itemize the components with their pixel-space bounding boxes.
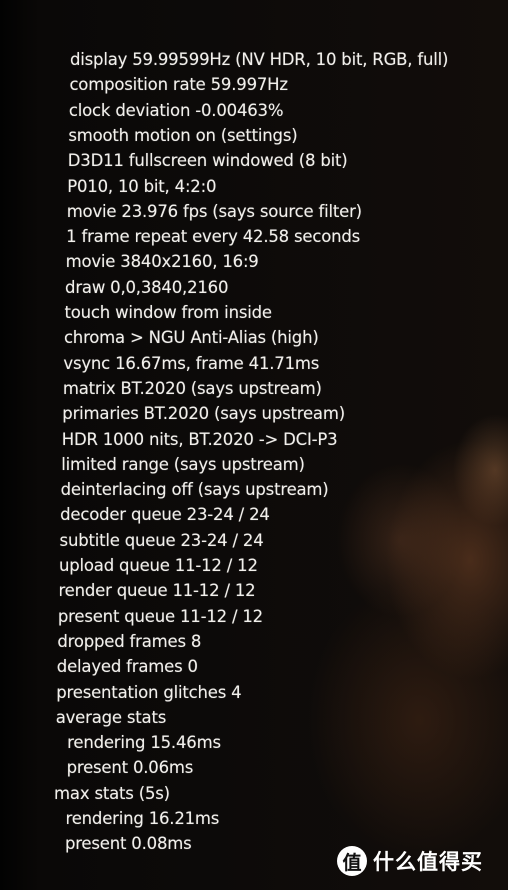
- osd-line: limited range (says upstream): [61, 454, 305, 474]
- osd-line: clock deviation -0.00463%: [68, 100, 284, 120]
- osd-line: present 0.06ms: [66, 758, 194, 778]
- osd-line: delayed frames 0: [56, 657, 198, 677]
- osd-line: subtitle queue 23-24 / 24: [59, 530, 264, 550]
- osd-line: dropped frames 8: [57, 631, 202, 651]
- osd-line: smooth motion on (settings): [68, 125, 298, 145]
- osd-line: P010, 10 bit, 4:2:0: [67, 176, 217, 196]
- osd-line: chroma > NGU Anti-Alias (high): [63, 328, 319, 348]
- osd-line: 1 frame repeat every 42.58 seconds: [66, 227, 361, 247]
- osd-line: draw 0,0,3840,2160: [65, 277, 229, 297]
- osd-line: rendering 16.21ms: [65, 809, 220, 828]
- osd-line: matrix BT.2020 (says upstream): [62, 378, 322, 398]
- osd-line: HDR 1000 nits, BT.2020 -> DCI-P3: [61, 429, 338, 449]
- watermark-text: 什么值得买: [373, 850, 483, 874]
- osd-line: display 59.99599Hz (NV HDR, 10 bit, RGB,…: [70, 50, 449, 69]
- osd-line: max stats (5s): [54, 783, 170, 803]
- osd-line: primaries BT.2020 (says upstream): [62, 404, 345, 424]
- watermark: 值 什么值得买: [337, 846, 483, 876]
- osd-line: present queue 11-12 / 12: [57, 606, 263, 626]
- osd-line: decoder queue 23-24 / 24: [60, 505, 270, 525]
- osd-line: present 0.08ms: [64, 834, 192, 854]
- osd-line: rendering 15.46ms: [67, 733, 221, 753]
- osd-line: upload queue 11-12 / 12: [59, 556, 258, 575]
- osd-line: presentation glitches 4: [56, 682, 242, 702]
- osd-line: average stats: [55, 707, 167, 727]
- osd-line: composition rate 59.997Hz: [69, 75, 288, 95]
- osd-line: vsync 16.67ms, frame 41.71ms: [63, 353, 320, 373]
- osd-line: render queue 11-12 / 12: [58, 581, 256, 601]
- osd-line: deinterlacing off (says upstream): [60, 480, 329, 500]
- osd-line: touch window from inside: [64, 303, 273, 322]
- osd-line: movie 3840x2160, 16:9: [65, 252, 259, 272]
- osd-line: movie 23.976 fps (says source filter): [66, 201, 362, 221]
- watermark-logo: 值: [337, 846, 367, 876]
- osd-line: D3D11 fullscreen windowed (8 bit): [67, 151, 348, 171]
